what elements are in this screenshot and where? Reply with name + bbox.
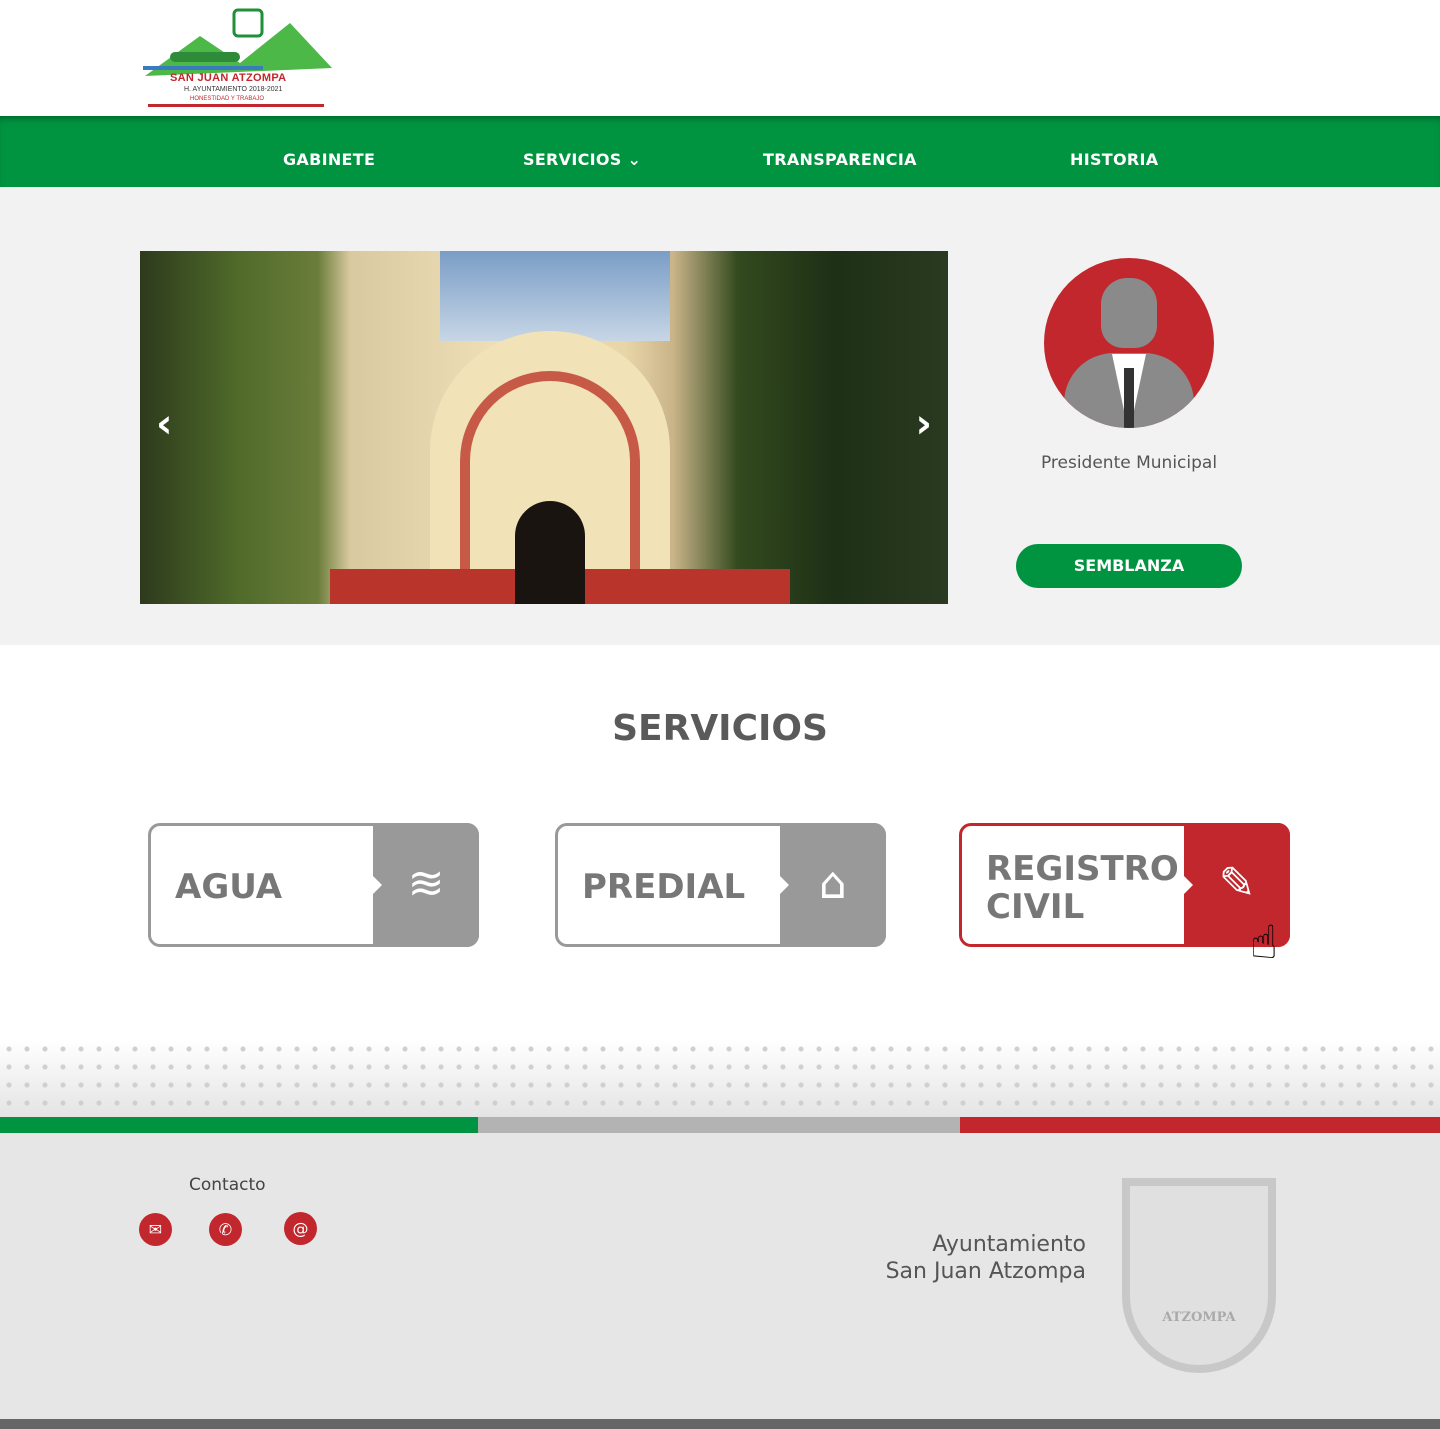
nav-servicios[interactable]: SERVICIOS ⌄ (523, 116, 641, 187)
main-nav: GABINETE SERVICIOS ⌄ TRANSPARENCIA HISTO… (0, 116, 1440, 187)
slide-church-door (515, 501, 585, 604)
slide-sky (440, 251, 670, 341)
water-waves-icon: ≋ (407, 858, 445, 909)
shield-text: ATZOMPA (1162, 1310, 1236, 1325)
image-carousel[interactable]: ‹ › (140, 251, 948, 604)
municipal-shield-logo: ATZOMPA (1122, 1178, 1276, 1373)
service-label: REGISTRO CIVIL (986, 849, 1179, 927)
semblanza-button[interactable]: SEMBLANZA (1016, 544, 1242, 588)
organization-name: Ayuntamiento San Juan Atzompa (820, 1231, 1086, 1285)
carousel-prev-icon[interactable]: ‹ (156, 401, 172, 447)
logo-subtitle: H. AYUNTAMIENTO 2018-2021 (184, 86, 283, 93)
document-pen-icon: ✎ (1218, 858, 1256, 909)
nav-gabinete[interactable]: GABINETE (283, 116, 375, 187)
president-label: Presidente Municipal (1040, 453, 1218, 473)
nav-historia[interactable]: HISTORIA (1070, 116, 1158, 187)
services-title: SERVICIOS (612, 708, 828, 749)
service-card-registro-civil[interactable]: REGISTRO CIVIL ✎ (959, 823, 1290, 947)
org-line-2: San Juan Atzompa (885, 1259, 1086, 1284)
president-avatar (1044, 258, 1214, 428)
red-stripe (960, 1117, 1440, 1133)
service-card-agua[interactable]: AGUA ≋ (148, 823, 479, 947)
avatar-head (1101, 278, 1157, 348)
envelope-icon[interactable]: ✉ (139, 1213, 172, 1246)
contact-title: Contacto (189, 1175, 266, 1195)
service-card-predial[interactable]: PREDIAL ⌂ (555, 823, 886, 947)
service-icon-panel: ⌂ (779, 823, 886, 947)
carousel-next-icon[interactable]: › (916, 401, 932, 447)
service-icon-panel: ≋ (372, 823, 479, 947)
mountains-logo-icon (143, 8, 332, 76)
phone-icon[interactable]: ✆ (209, 1213, 242, 1246)
logo[interactable]: SAN JUAN ATZOMPA H. AYUNTAMIENTO 2018-20… (140, 8, 335, 110)
footer: Contacto ✉ ✆ @ Ayuntamiento San Juan Atz… (0, 1133, 1440, 1419)
logo-underline (148, 104, 324, 107)
service-label: PREDIAL (582, 867, 746, 907)
nav-transparencia[interactable]: TRANSPARENCIA (763, 116, 917, 187)
header: SAN JUAN ATZOMPA H. AYUNTAMIENTO 2018-20… (0, 0, 1440, 116)
at-sign-icon[interactable]: @ (284, 1212, 317, 1245)
org-line-1: Ayuntamiento (932, 1232, 1086, 1257)
service-label: AGUA (175, 867, 283, 907)
logo-motto: HONESTIDAD Y TRABAJO (190, 96, 265, 102)
decorative-pattern-band (0, 1040, 1440, 1117)
bottom-bar (0, 1419, 1440, 1429)
avatar-tie (1124, 368, 1134, 428)
hero-section: ‹ › Presidente Municipal SEMBLANZA (0, 187, 1440, 645)
logo-name: SAN JUAN ATZOMPA (170, 72, 287, 84)
green-stripe (0, 1117, 478, 1133)
gray-stripe (478, 1117, 960, 1133)
house-icon: ⌂ (819, 858, 847, 909)
hand-pointer-cursor-icon: ☝ (1250, 915, 1279, 969)
